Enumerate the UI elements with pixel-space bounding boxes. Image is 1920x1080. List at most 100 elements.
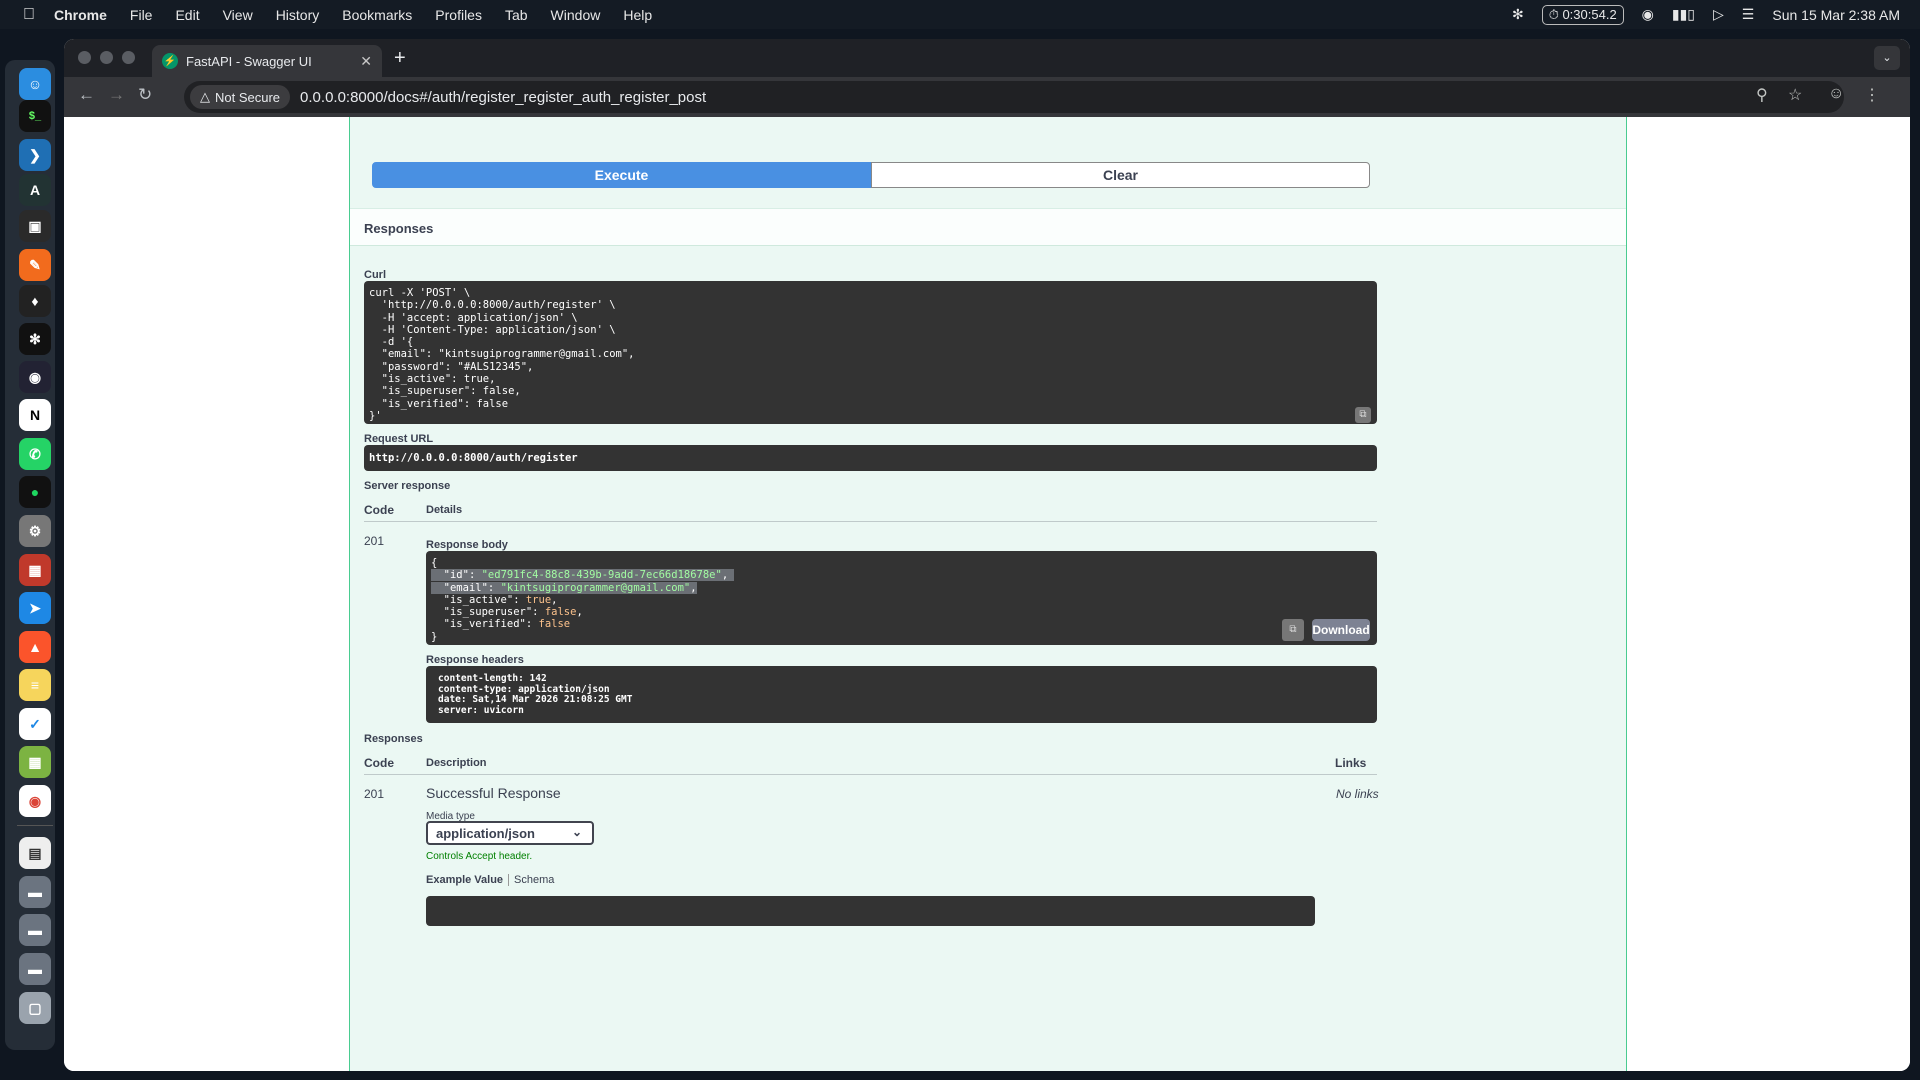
downloads-folder-icon[interactable]: ▬ — [19, 953, 51, 985]
preview-icon[interactable]: ▣ — [19, 210, 51, 242]
request-url-box[interactable]: http://0.0.0.0:8000/auth/register — [364, 445, 1377, 471]
curl-code-block[interactable]: curl -X 'POST' \ 'http://0.0.0.0:8000/au… — [364, 281, 1377, 424]
macos-menubar:  Chrome File Edit View History Bookmark… — [0, 0, 1920, 29]
xcode-icon[interactable]: A — [19, 174, 51, 206]
menu-edit[interactable]: Edit — [175, 7, 199, 23]
reload-icon[interactable]: ↻ — [138, 85, 152, 105]
apple-icon[interactable]:  — [18, 6, 40, 24]
menu-window[interactable]: Window — [551, 7, 601, 23]
server-response-label: Server response — [364, 480, 451, 492]
download-button[interactable]: Download — [1312, 619, 1370, 641]
new-tab-button[interactable]: + — [394, 47, 406, 70]
calendar-app-icon[interactable]: ▦ — [19, 554, 51, 586]
timer-badge[interactable]: ⏱ 0:30:54.2 — [1541, 4, 1624, 25]
tab-fastapi-swagger[interactable]: ⚡ FastAPI - Swagger UI ✕ — [152, 45, 382, 77]
response-body-block[interactable]: { "id": "ed791fc4-88c8-439b-9add-7ec66d1… — [426, 551, 1377, 645]
chatgpt-icon[interactable]: ✻ — [19, 323, 51, 355]
document-icon[interactable]: ▤ — [19, 837, 51, 869]
col-header-code: Code — [364, 503, 394, 517]
menu-file[interactable]: File — [130, 7, 153, 23]
tab-example-value[interactable]: Example Value — [426, 874, 503, 886]
doc-response-links: No links — [1336, 787, 1379, 801]
copy-curl-icon[interactable]: ⧉ — [1355, 407, 1371, 423]
menu-history[interactable]: History — [276, 7, 320, 23]
safari-icon[interactable]: ➤ — [19, 592, 51, 624]
header-line: date: Sat,14 Mar 2026 21:08:25 GMT — [438, 694, 633, 705]
notes-icon[interactable]: ≡ — [19, 669, 51, 701]
execute-button[interactable]: Execute — [372, 162, 871, 188]
notion-icon[interactable]: N — [19, 399, 51, 431]
battery-icon[interactable]: ▮▮▯ — [1672, 6, 1695, 23]
json-string: "ed791fc4-88c8-439b-9add-7ec66d18678e" — [481, 569, 722, 582]
terminal-icon[interactable]: $_ — [19, 100, 51, 132]
browser-toolbar: ← → ↻ △ Not Secure 0.0.0.0:8000/docs#/au… — [64, 77, 1910, 117]
profile-icon[interactable]: ☺ — [1828, 85, 1844, 103]
response-body-label: Response body — [426, 539, 508, 551]
trash-icon[interactable]: ▢ — [19, 992, 51, 1024]
sheets-icon[interactable]: ▦ — [19, 746, 51, 778]
doc-col-header-description: Description — [426, 757, 487, 769]
media-type-select[interactable]: application/json ⌄ — [426, 821, 594, 845]
menubar-status-area: ✻ ⏱ 0:30:54.2 ◉ ▮▮▯ ▷ ☰ Sun 15 Mar 2:38 … — [1512, 0, 1900, 29]
menu-view[interactable]: View — [223, 7, 253, 23]
kebab-menu-icon[interactable]: ⋮ — [1864, 85, 1880, 105]
brave-icon[interactable]: ▲ — [19, 631, 51, 663]
tab-separator — [508, 874, 510, 886]
chrome-status-icon[interactable]: ◉ — [1642, 6, 1654, 23]
folder-icon[interactable]: ▬ — [19, 876, 51, 908]
close-tab-icon[interactable]: ✕ — [360, 53, 372, 70]
curl-line: "is_superuser": false, — [369, 385, 521, 398]
menu-app-chrome[interactable]: Chrome — [54, 7, 107, 23]
forward-arrow-icon[interactable]: → — [108, 85, 125, 105]
spotify-icon[interactable]: ● — [19, 476, 51, 508]
chrome-window: ⚡ FastAPI - Swagger UI ✕ + ⌄ ← → ↻ △ Not… — [64, 39, 1910, 1071]
fastapi-favicon-icon: ⚡ — [162, 53, 178, 69]
example-value-block[interactable] — [426, 896, 1315, 926]
json-key: "is_verified" — [443, 618, 526, 631]
back-arrow-icon[interactable]: ← — [78, 85, 95, 105]
curl-line: 'http://0.0.0.0:8000/auth/register' \ — [369, 299, 616, 312]
doc-response-description: Successful Response — [426, 785, 561, 801]
dock-separator — [17, 825, 53, 826]
json-brace: } — [431, 630, 438, 643]
minimize-window-button[interactable] — [100, 51, 113, 64]
applications-folder-icon[interactable]: ▬ — [19, 914, 51, 946]
play-icon[interactable]: ▷ — [1713, 6, 1724, 23]
vscode-icon[interactable]: ❯ — [19, 139, 51, 171]
obs-icon[interactable]: ◉ — [19, 361, 51, 393]
copy-response-icon[interactable]: ⧉ — [1282, 619, 1304, 641]
chrome-dock-icon[interactable]: ◉ — [19, 785, 51, 817]
site-info-chip[interactable]: △ Not Secure — [190, 85, 291, 109]
clear-button[interactable]: Clear — [871, 162, 1370, 188]
address-bar[interactable]: △ Not Secure 0.0.0.0:8000/docs#/auth/reg… — [184, 81, 1844, 113]
dock: ☺ $_ ❯ A ▣ ✎ ♦ ✻ ◉ N ✆ ● ⚙ ▦ ➤ ▲ ≡ ✓ ▦ ◉… — [5, 60, 55, 1050]
curl-line: "email": "kintsugiprogrammer@gmail.com", — [369, 348, 635, 361]
response-headers-block[interactable]: content-length: 142 content-type: applic… — [426, 666, 1377, 723]
postgres-icon[interactable]: ♦ — [19, 285, 51, 317]
zoom-window-button[interactable] — [122, 51, 135, 64]
curl-line: "password": "#ALS12345", — [369, 360, 534, 373]
pencil-app-icon[interactable]: ✎ — [19, 249, 51, 281]
bookmark-star-icon[interactable]: ☆ — [1788, 85, 1802, 105]
tab-schema[interactable]: Schema — [514, 874, 554, 886]
settings-icon[interactable]: ⚙ — [19, 515, 51, 547]
curl-line: }' — [369, 409, 382, 422]
tab-search-chevron-icon[interactable]: ⌄ — [1874, 46, 1900, 70]
zoom-magnifier-icon[interactable]: ⚲ — [1756, 85, 1768, 105]
menubar-datetime[interactable]: Sun 15 Mar 2:38 AM — [1772, 7, 1900, 23]
control-center-icon[interactable]: ☰ — [1742, 6, 1755, 23]
url-text[interactable]: 0.0.0.0:8000/docs#/auth/register_registe… — [300, 89, 706, 106]
menu-bookmarks[interactable]: Bookmarks — [342, 7, 412, 23]
menu-profiles[interactable]: Profiles — [435, 7, 482, 23]
finder-icon[interactable]: ☺ — [19, 68, 51, 100]
whatsapp-icon[interactable]: ✆ — [19, 438, 51, 470]
openai-icon[interactable]: ✻ — [1512, 6, 1524, 23]
todo-icon[interactable]: ✓ — [19, 708, 51, 740]
menu-help[interactable]: Help — [623, 7, 652, 23]
json-literal: false — [544, 606, 577, 619]
media-type-value: application/json — [436, 825, 535, 841]
not-secure-label: Not Secure — [215, 89, 281, 105]
curl-line: -H 'accept: application/json' \ — [369, 311, 578, 324]
menu-tab[interactable]: Tab — [505, 7, 528, 23]
close-window-button[interactable] — [78, 51, 91, 64]
